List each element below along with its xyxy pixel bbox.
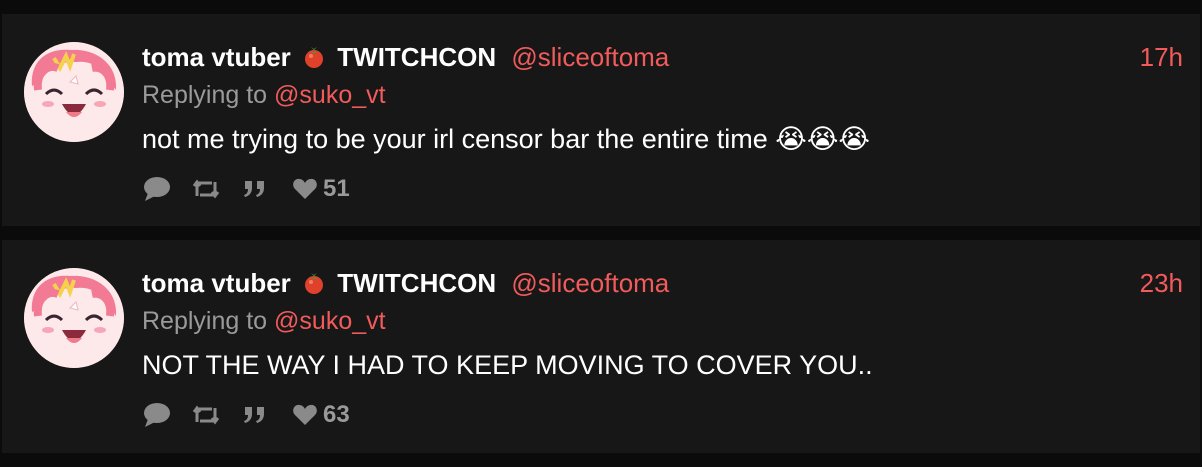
replying-to: Replying to @suko_vt <box>142 306 386 336</box>
timestamp[interactable]: 17h <box>1140 42 1183 72</box>
tweet-header: toma vtuber TWITCHCON @sliceoftoma <box>142 268 669 301</box>
heart-icon <box>292 403 318 427</box>
tweet-card[interactable]: toma vtuber TWITCHCON @sliceoftoma 17h R… <box>2 14 1200 226</box>
retweet-icon[interactable] <box>192 178 220 200</box>
replying-prefix: Replying to <box>142 81 268 109</box>
tweet-actions: 51 <box>142 174 350 204</box>
reply-mention[interactable]: @suko_vt <box>274 307 386 335</box>
reply-mention[interactable]: @suko_vt <box>274 81 386 109</box>
author-name[interactable]: toma vtuber <box>142 268 291 298</box>
tweet-actions: 63 <box>142 400 350 430</box>
tomato-icon <box>302 271 326 301</box>
author-name[interactable]: toma vtuber <box>142 42 291 72</box>
retweet-icon[interactable] <box>192 404 220 426</box>
author-badge: TWITCHCON <box>337 268 497 298</box>
like-button[interactable]: 63 <box>292 401 350 429</box>
tomato-icon <box>302 45 326 75</box>
like-count: 63 <box>323 401 350 428</box>
comment-icon[interactable] <box>142 176 172 202</box>
replying-prefix: Replying to <box>142 307 268 335</box>
like-button[interactable]: 51 <box>292 175 350 203</box>
avatar[interactable] <box>24 42 124 142</box>
heart-icon <box>292 177 318 201</box>
replying-to: Replying to @suko_vt <box>142 80 386 110</box>
like-count: 51 <box>323 175 350 202</box>
avatar[interactable] <box>24 268 124 368</box>
author-badge: TWITCHCON <box>337 42 497 72</box>
tweet-card[interactable]: toma vtuber TWITCHCON @sliceoftoma 23h R… <box>2 240 1200 453</box>
timestamp[interactable]: 23h <box>1140 268 1183 298</box>
tweet-header: toma vtuber TWITCHCON @sliceoftoma <box>142 42 669 75</box>
quote-icon[interactable] <box>242 404 268 426</box>
author-handle[interactable]: @sliceoftoma <box>511 268 669 298</box>
tweet-text: not me trying to be your irl censor bar … <box>142 124 870 154</box>
author-handle[interactable]: @sliceoftoma <box>511 42 669 72</box>
tweet-text: NOT THE WAY I HAD TO KEEP MOVING TO COVE… <box>142 350 873 380</box>
quote-icon[interactable] <box>242 178 268 200</box>
comment-icon[interactable] <box>142 402 172 428</box>
